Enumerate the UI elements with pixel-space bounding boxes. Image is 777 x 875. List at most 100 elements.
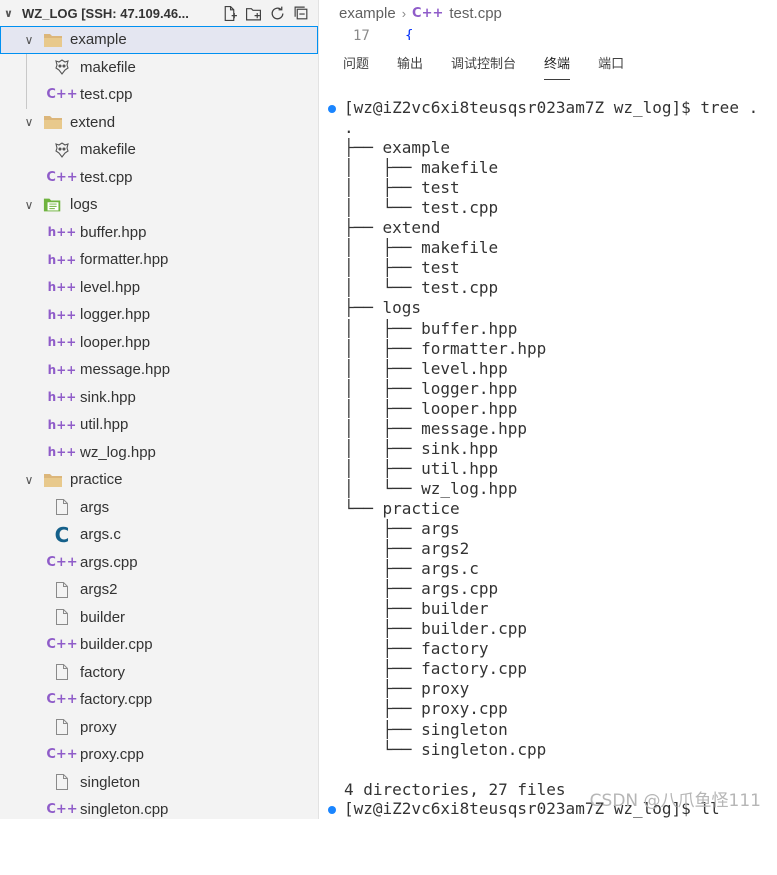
tree-file[interactable]: h++ sink.hpp — [0, 384, 318, 412]
cpp-file-icon: C++ — [46, 637, 78, 653]
tree-item-label: sink.hpp — [80, 388, 136, 406]
chevron-right-icon: › — [401, 5, 407, 21]
tree-file[interactable]: h++ buffer.hpp — [0, 219, 318, 247]
indent-guide — [26, 53, 27, 109]
terminal-line: 4 directories, 27 files — [344, 779, 566, 799]
terminal-command-2: [wz@iZ2vc6xi8teusqsr023am7Z wz_log]$ ll — [319, 799, 720, 875]
tree-file[interactable]: C++ proxy.cpp — [0, 741, 318, 769]
terminal-line: ├── args2 — [344, 539, 470, 559]
tree-file[interactable]: C++ args.cpp — [0, 549, 318, 577]
tree-file[interactable]: h++ util.hpp — [0, 411, 318, 439]
terminal-line: ├── factory — [344, 639, 489, 659]
tab-ports[interactable]: 端口 — [598, 49, 624, 76]
tree-file[interactable]: h++ logger.hpp — [0, 301, 318, 329]
tree-file[interactable]: args — [0, 494, 318, 522]
hpp-file-icon: h++ — [47, 307, 77, 322]
tree-file[interactable]: C++ test.cpp — [0, 81, 318, 109]
explorer-header[interactable]: ∨ WZ_LOG [SSH: 47.109.46... — [0, 0, 318, 26]
refresh-icon[interactable] — [268, 4, 286, 22]
cpp-file-icon: C++ — [46, 747, 78, 763]
command-status-icon[interactable] — [328, 806, 336, 814]
tree-item-label: factory.cpp — [80, 691, 153, 709]
tab-problems[interactable]: 问题 — [343, 49, 369, 76]
tree-file[interactable]: h++ level.hpp — [0, 274, 318, 302]
file-icon — [52, 607, 72, 627]
terminal-line: └── singleton.cpp — [344, 739, 547, 759]
tree-file[interactable]: h++ message.hpp — [0, 356, 318, 384]
tree-file[interactable]: Cargs.c — [0, 521, 318, 549]
tab-terminal[interactable]: 终端 — [544, 49, 571, 80]
tab-debug-console[interactable]: 调试控制台 — [451, 49, 516, 76]
tree-item-label: logger.hpp — [80, 306, 151, 324]
terminal[interactable]: [wz@iZ2vc6xi8teusqsr023am7Z wz_log]$ tre… — [319, 96, 777, 819]
new-folder-icon[interactable] — [244, 4, 262, 22]
collapse-all-icon[interactable] — [292, 4, 310, 22]
explorer-panel: ∨ WZ_LOG [SSH: 47.109.46... ∨ example make… — [0, 0, 319, 819]
terminal-line: ├── args.c — [344, 559, 479, 579]
terminal-line: ├── factory.cpp — [344, 659, 528, 679]
command-status-icon[interactable] — [328, 105, 336, 113]
tree-item-label: builder — [80, 608, 126, 626]
terminal-line: └── practice — [344, 498, 460, 518]
tree-file[interactable]: h++ looper.hpp — [0, 329, 318, 357]
tree-file[interactable]: C++ singleton.cpp — [0, 796, 318, 819]
hpp-file-icon: h++ — [47, 390, 77, 405]
chevron-down-icon[interactable]: ∨ — [22, 198, 36, 212]
panel-tabs: 问题 输出 调试控制台 终端 端口 — [319, 42, 777, 82]
file-icon — [52, 717, 72, 737]
cpp-file-icon: C++ — [46, 169, 78, 185]
chevron-down-icon[interactable]: ∨ — [22, 473, 36, 487]
terminal-line: │ ├── logger.hpp — [344, 378, 518, 398]
tree-file[interactable]: builder — [0, 604, 318, 632]
new-file-icon[interactable] — [220, 4, 238, 22]
tree-file[interactable]: C++ factory.cpp — [0, 686, 318, 714]
tree-folder-logs[interactable]: ∨ logs — [0, 191, 318, 219]
tree-item-label: buffer.hpp — [80, 223, 147, 241]
cpp-file-icon: C++ — [46, 87, 78, 103]
file-tree: ∨ example makefile C++ test.cpp ∨ extend makefi… — [0, 26, 318, 819]
terminal-line: │ ├── makefile — [344, 238, 499, 258]
tree-file[interactable]: makefile — [0, 136, 318, 164]
cpp-file-icon: C++ — [46, 554, 78, 570]
tree-item-label: looper.hpp — [80, 333, 151, 351]
terminal-line: │ ├── test — [344, 258, 460, 278]
tree-file[interactable]: C++ builder.cpp — [0, 631, 318, 659]
tree-item-label: proxy — [80, 718, 117, 736]
tree-item-label: test.cpp — [80, 168, 133, 186]
terminal-line: ├── logs — [344, 298, 422, 318]
tree-file[interactable]: factory — [0, 659, 318, 687]
hpp-file-icon: h++ — [47, 362, 77, 377]
tree-item-label: factory — [80, 663, 126, 681]
tree-file[interactable]: singleton — [0, 769, 318, 797]
tree-file[interactable]: makefile — [0, 54, 318, 82]
tree-item-label: extend — [70, 113, 116, 131]
tree-file[interactable]: C++ test.cpp — [0, 164, 318, 192]
tree-folder-example[interactable]: ∨ example — [0, 26, 318, 54]
tree-folder-extend[interactable]: ∨ extend — [0, 109, 318, 137]
watermark: CSDN @八爪鱼怪111 — [589, 791, 761, 811]
cpp-file-icon: C++ — [46, 692, 78, 708]
terminal-line: ├── example — [344, 138, 450, 158]
terminal-line: ├── extend — [344, 218, 441, 238]
chevron-down-icon[interactable]: ∨ — [22, 33, 36, 47]
tree-file[interactable]: args2 — [0, 576, 318, 604]
breadcrumb-file[interactable]: test.cpp — [449, 5, 502, 22]
terminal-line: │ ├── test — [344, 178, 460, 198]
tree-file[interactable]: h++ wz_log.hpp — [0, 439, 318, 467]
chevron-down-icon[interactable]: ∨ — [22, 115, 36, 129]
tree-item-label: builder.cpp — [80, 636, 153, 654]
tree-item-label: args2 — [80, 581, 118, 599]
chevron-down-icon[interactable]: ∨ — [4, 7, 22, 20]
tree-item-label: example — [70, 31, 127, 49]
cpp-file-icon: C++ — [46, 802, 78, 818]
folder-icon — [43, 470, 63, 490]
tree-file[interactable]: proxy — [0, 714, 318, 742]
tree-folder-practice[interactable]: ∨ practice — [0, 466, 318, 494]
tree-file[interactable]: h++ formatter.hpp — [0, 246, 318, 274]
tab-output[interactable]: 输出 — [397, 49, 423, 76]
terminal-line: │ ├── looper.hpp — [344, 398, 518, 418]
breadcrumb-folder[interactable]: example — [339, 5, 396, 22]
workspace-title: WZ_LOG [SSH: 47.109.46... — [22, 5, 189, 21]
terminal-line: │ └── test.cpp — [344, 198, 499, 218]
tree-item-label: args.cpp — [80, 553, 138, 571]
